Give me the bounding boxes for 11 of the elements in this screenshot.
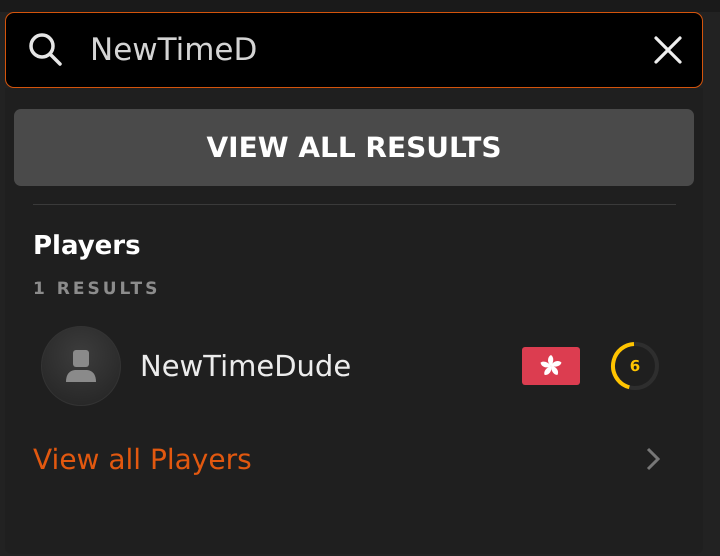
section-title: Players <box>33 231 142 261</box>
clear-button[interactable] <box>653 35 683 65</box>
player-name[interactable]: NewTimeDude <box>140 349 522 383</box>
skill-level: 6 <box>628 356 642 376</box>
chevron-right-icon[interactable] <box>646 447 660 471</box>
view-all-players-link[interactable]: View all Players <box>33 442 252 476</box>
person-icon <box>63 348 99 384</box>
search-input[interactable]: NewTimeD <box>5 12 703 88</box>
result-count: 1 RESULTS <box>33 279 162 299</box>
view-all-results-button[interactable]: VIEW ALL RESULTS <box>14 109 694 186</box>
flag-icon <box>522 347 580 385</box>
